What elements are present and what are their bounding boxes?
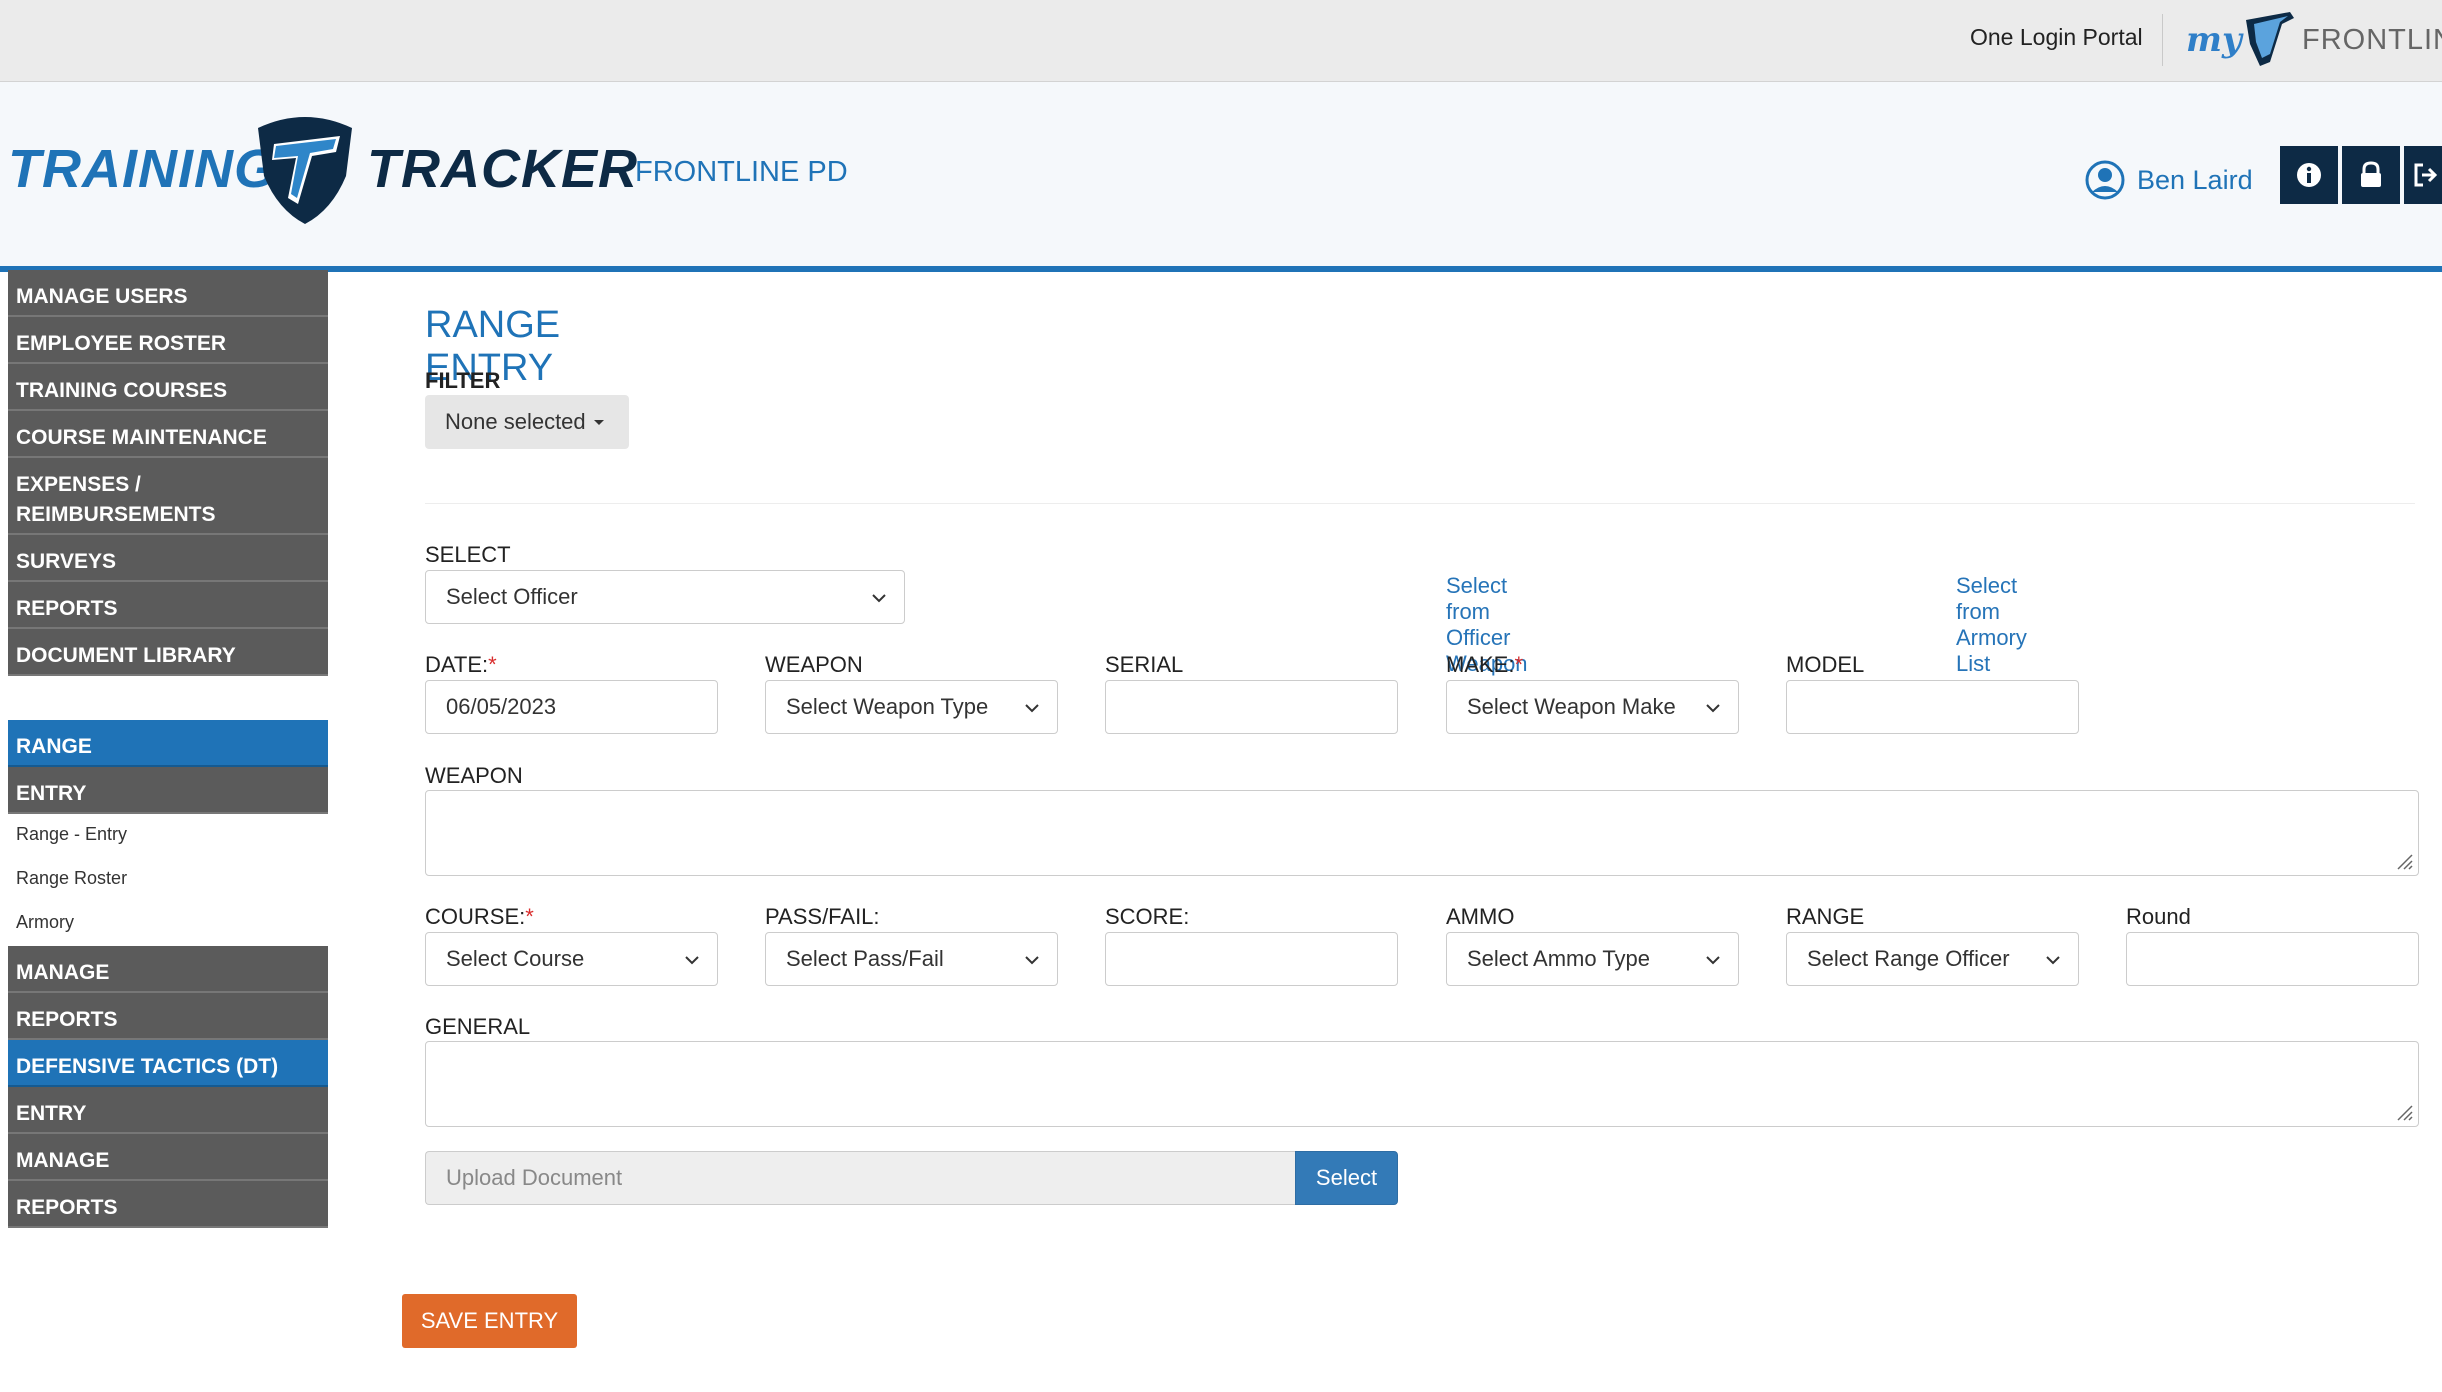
- organization-name: FRONTLINE PD: [635, 156, 848, 188]
- sidebar-subitem-armory[interactable]: Armory: [8, 902, 328, 946]
- frontline-brand[interactable]: FRONTLINE: [2302, 24, 2442, 57]
- logout-icon: [2414, 163, 2438, 187]
- weapon-make-value: Select Weapon Make: [1467, 694, 1676, 719]
- date-input[interactable]: 06/05/2023: [425, 680, 718, 734]
- logout-button[interactable]: [2404, 146, 2442, 204]
- info-icon: [2297, 163, 2321, 187]
- user-name: Ben Laird: [2137, 164, 2253, 195]
- chevron-down-icon: [1706, 704, 1720, 713]
- pass-fail-select[interactable]: Select Pass/Fail: [765, 932, 1058, 986]
- pass-fail-label: PASS/FAIL:: [765, 904, 880, 929]
- course-value: Select Course: [446, 946, 585, 971]
- sidebar-section-range[interactable]: RANGE: [8, 720, 328, 767]
- sidebar-item-range-manage[interactable]: MANAGE: [8, 946, 328, 993]
- frontline-shield-icon: [2246, 12, 2294, 66]
- upload-select-button[interactable]: Select: [1295, 1151, 1398, 1205]
- weapon-type-value: Select Weapon Type: [786, 694, 989, 719]
- app-header: TRAINING TRACKER FRONTLINE PD Ben Laird: [0, 82, 2442, 272]
- course-label: COURSE:*: [425, 904, 534, 929]
- filter-group-value: None selected: [445, 409, 586, 434]
- weapon-notes-textarea[interactable]: [425, 790, 2419, 876]
- make-label: MAKE:*: [1446, 652, 1524, 677]
- logo-tracker: TRACKER: [367, 139, 638, 199]
- sidebar-item-range-entry[interactable]: ENTRY: [8, 767, 328, 814]
- info-button[interactable]: [2280, 146, 2338, 204]
- resize-grip-icon[interactable]: [2392, 1100, 2414, 1122]
- sidebar-item-surveys[interactable]: SURVEYS: [8, 535, 328, 582]
- sidebar-item-document-library[interactable]: DOCUMENT LIBRARY: [8, 629, 328, 676]
- sidebar-item-dt-entry[interactable]: ENTRY: [8, 1087, 328, 1134]
- filter-group-dropdown[interactable]: None selected: [425, 395, 629, 449]
- score-input[interactable]: [1105, 932, 1398, 986]
- general-notes-textarea[interactable]: [425, 1041, 2419, 1127]
- myfrontline-my[interactable]: my: [2186, 20, 2242, 60]
- sidebar-item-training-courses[interactable]: TRAINING COURSES: [8, 364, 328, 411]
- sidebar-item-expenses[interactable]: EXPENSES / REIMBURSEMENTS: [8, 458, 328, 535]
- ammo-type-value: Select Ammo Type: [1467, 946, 1651, 971]
- sidebar-item-dt-reports[interactable]: REPORTS: [8, 1181, 328, 1228]
- model-input[interactable]: [1786, 680, 2079, 734]
- training-tracker-shield-icon: [258, 117, 352, 224]
- chevron-down-icon: [1025, 956, 1039, 965]
- lock-button[interactable]: [2342, 146, 2400, 204]
- armory-list-link[interactable]: Select from Armory List: [1956, 573, 2027, 677]
- pass-fail-value: Select Pass/Fail: [786, 946, 944, 971]
- course-select[interactable]: Select Course: [425, 932, 718, 986]
- section-divider: [425, 503, 2415, 504]
- serial-input[interactable]: [1105, 680, 1398, 734]
- save-entry-button[interactable]: SAVE ENTRY: [402, 1294, 577, 1348]
- sidebar-item-reports[interactable]: REPORTS: [8, 582, 328, 629]
- weapon-type-select[interactable]: Select Weapon Type: [765, 680, 1058, 734]
- round-count-input[interactable]: [2126, 932, 2419, 986]
- ammo-type-select[interactable]: Select Ammo Type: [1446, 932, 1739, 986]
- sidebar-subitem-range-entry[interactable]: Range - Entry: [8, 814, 328, 858]
- top-bar: One Login Portal my FRONTLINE: [0, 0, 2442, 82]
- score-label: SCORE:: [1105, 904, 1190, 929]
- one-login-portal-link[interactable]: One Login Portal: [1970, 24, 2143, 51]
- topbar-divider: [2162, 14, 2163, 66]
- sidebar-item-manage-users[interactable]: MANAGE USERS: [8, 270, 328, 317]
- chevron-down-icon: [2046, 956, 2060, 965]
- sidebar-item-dt-manage[interactable]: MANAGE: [8, 1134, 328, 1181]
- caret-down-icon: [593, 420, 604, 425]
- sidebar-subitem-range-roster[interactable]: Range Roster: [8, 858, 328, 902]
- date-label: DATE:*: [425, 652, 497, 677]
- logo-training: TRAINING: [8, 139, 277, 199]
- chevron-down-icon: [872, 594, 886, 603]
- upload-document-placeholder: Upload Document: [446, 1165, 623, 1190]
- user-avatar-icon: [2085, 160, 2125, 200]
- range-instructor-value: Select Range Officer: [1807, 946, 2010, 971]
- sidebar-item-course-maintenance[interactable]: COURSE MAINTENANCE: [8, 411, 328, 458]
- chevron-down-icon: [1025, 704, 1039, 713]
- officer-select-value: Select Officer: [446, 584, 578, 609]
- lock-icon: [2361, 161, 2381, 187]
- user-menu[interactable]: Ben Laird: [2085, 160, 2253, 200]
- sidebar-item-range-reports[interactable]: REPORTS: [8, 993, 328, 1040]
- upload-document-field[interactable]: Upload Document: [425, 1151, 1295, 1205]
- sidebar-nav: MANAGE USERS EMPLOYEE ROSTER TRAINING CO…: [8, 270, 328, 1228]
- officer-select[interactable]: Select Officer: [425, 570, 905, 624]
- chevron-down-icon: [685, 956, 699, 965]
- range-instructor-select[interactable]: Select Range Officer: [1786, 932, 2079, 986]
- resize-grip-icon[interactable]: [2392, 849, 2414, 871]
- weapon-make-select[interactable]: Select Weapon Make: [1446, 680, 1739, 734]
- chevron-down-icon: [1706, 956, 1720, 965]
- sidebar-item-employee-roster[interactable]: EMPLOYEE ROSTER: [8, 317, 328, 364]
- date-input-value: 06/05/2023: [446, 694, 557, 719]
- sidebar-section-defensive-tactics[interactable]: DEFENSIVE TACTICS (DT): [8, 1040, 328, 1087]
